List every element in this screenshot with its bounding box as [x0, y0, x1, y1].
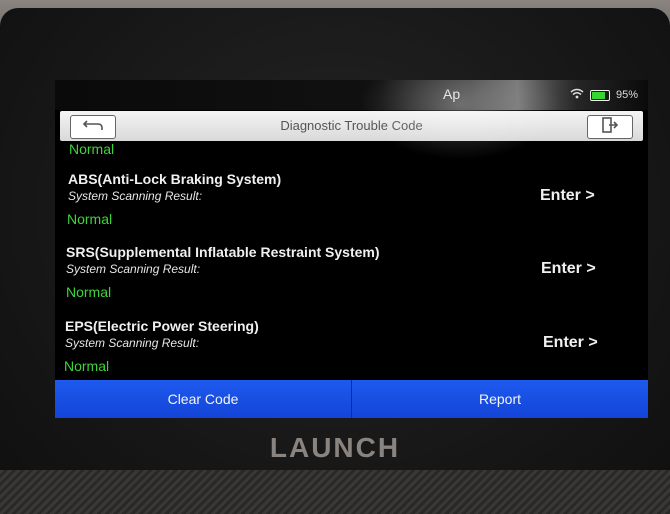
system-name: EPS(Electric Power Steering): [65, 318, 259, 334]
page-title: Diagnostic Trouble Code: [280, 118, 423, 133]
scan-result-label: System Scanning Result:: [66, 262, 201, 276]
action-bar: Clear Code Report: [55, 380, 648, 418]
scan-tool-device: Ap 95% Diagnostic Trouble Code Normal AB…: [0, 8, 670, 514]
enter-button-eps[interactable]: Enter >: [543, 334, 598, 352]
system-status: Normal: [67, 211, 113, 227]
list-item-srs: SRS(Supplemental Inflatable Restraint Sy…: [55, 244, 648, 316]
wifi-icon: [570, 88, 584, 102]
system-status: Normal: [64, 358, 110, 374]
status-indicators: 95%: [570, 88, 638, 102]
status-bar: Ap 95%: [55, 80, 648, 110]
battery-icon: [589, 89, 610, 101]
list-item-abs: ABS(Anti-Lock Braking System) System Sca…: [55, 171, 648, 243]
photo-background: Ap 95% Diagnostic Trouble Code Normal AB…: [0, 0, 670, 514]
device-screen: Ap 95% Diagnostic Trouble Code Normal AB…: [55, 80, 648, 418]
scan-result-label: System Scanning Result:: [65, 336, 200, 350]
previous-item-status: Normal: [69, 141, 115, 157]
system-list: Normal ABS(Anti-Lock Braking System) Sys…: [55, 141, 648, 381]
enter-button-abs[interactable]: Enter >: [540, 187, 595, 205]
device-brand-logo: LAUNCH: [269, 432, 401, 463]
system-name: SRS(Supplemental Inflatable Restraint Sy…: [66, 244, 380, 260]
clear-code-button[interactable]: Clear Code: [55, 380, 351, 418]
exit-button[interactable]: [587, 115, 633, 139]
enter-button-srs[interactable]: Enter >: [541, 260, 596, 278]
report-button[interactable]: Report: [352, 380, 648, 418]
exit-icon: [601, 116, 619, 138]
system-name: ABS(Anti-Lock Braking System): [68, 171, 282, 187]
battery-percent: 95%: [615, 89, 638, 101]
status-app-name: Ap: [443, 86, 461, 102]
title-bar: Diagnostic Trouble Code: [60, 111, 643, 141]
system-status: Normal: [66, 284, 112, 300]
device-frame-edge: [0, 470, 670, 514]
scan-result-label: System Scanning Result:: [68, 189, 203, 203]
